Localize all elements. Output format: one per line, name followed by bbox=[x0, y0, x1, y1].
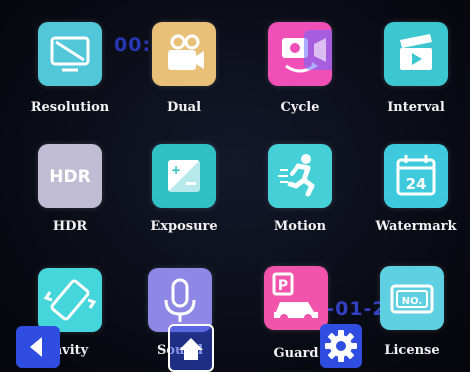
cycle-label: Cycle bbox=[280, 100, 320, 115]
back-arrow-icon bbox=[30, 337, 42, 357]
svg-text:NO.: NO. bbox=[402, 296, 422, 307]
watermark-label: Watermark bbox=[375, 219, 457, 234]
license-plate-icon: NO. bbox=[380, 266, 444, 330]
exposure-icon: + bbox=[152, 144, 216, 208]
microphone-icon bbox=[148, 268, 212, 332]
sound-tile[interactable] bbox=[148, 268, 212, 332]
monitor-icon bbox=[38, 22, 102, 86]
camera-icon bbox=[152, 22, 216, 86]
hdr-tile[interactable]: HDR bbox=[38, 144, 102, 208]
motion-tile[interactable] bbox=[268, 144, 332, 208]
home-icon bbox=[179, 338, 203, 360]
hdr-icon: HDR bbox=[38, 144, 102, 208]
gravity-tile[interactable] bbox=[38, 268, 102, 332]
cycle-record-icon bbox=[268, 22, 332, 86]
svg-text:P: P bbox=[278, 278, 288, 294]
home-button[interactable] bbox=[168, 324, 214, 372]
cycle-tile[interactable] bbox=[268, 22, 332, 86]
svg-text:24: 24 bbox=[406, 175, 427, 193]
gear-icon bbox=[325, 330, 357, 362]
exposure-label: Exposure bbox=[150, 219, 218, 234]
resolution-tile[interactable] bbox=[38, 22, 102, 86]
resolution-label: Resolution bbox=[30, 100, 110, 115]
license-label: License bbox=[384, 343, 440, 358]
watermark-tile[interactable]: 24 bbox=[384, 144, 448, 208]
gravity-sensor-icon bbox=[38, 268, 102, 332]
running-person-icon bbox=[268, 144, 332, 208]
dual-tile[interactable] bbox=[152, 22, 216, 86]
svg-text:+: + bbox=[171, 163, 181, 177]
back-button[interactable] bbox=[16, 326, 60, 368]
clapperboard-icon bbox=[384, 22, 448, 86]
exposure-tile[interactable]: + bbox=[152, 144, 216, 208]
license-tile[interactable]: NO. bbox=[380, 266, 444, 330]
motion-label: Motion bbox=[273, 219, 327, 234]
calendar-icon: 24 bbox=[384, 144, 448, 208]
parking-guard-icon: P bbox=[264, 266, 328, 330]
interval-label: Interval bbox=[387, 100, 445, 115]
guard-tile[interactable]: P bbox=[264, 266, 328, 330]
settings-button[interactable] bbox=[320, 324, 362, 368]
interval-tile[interactable] bbox=[384, 22, 448, 86]
hdr-label: HDR bbox=[52, 219, 88, 234]
dual-label: Dual bbox=[166, 100, 202, 115]
svg-text:HDR: HDR bbox=[49, 167, 90, 187]
